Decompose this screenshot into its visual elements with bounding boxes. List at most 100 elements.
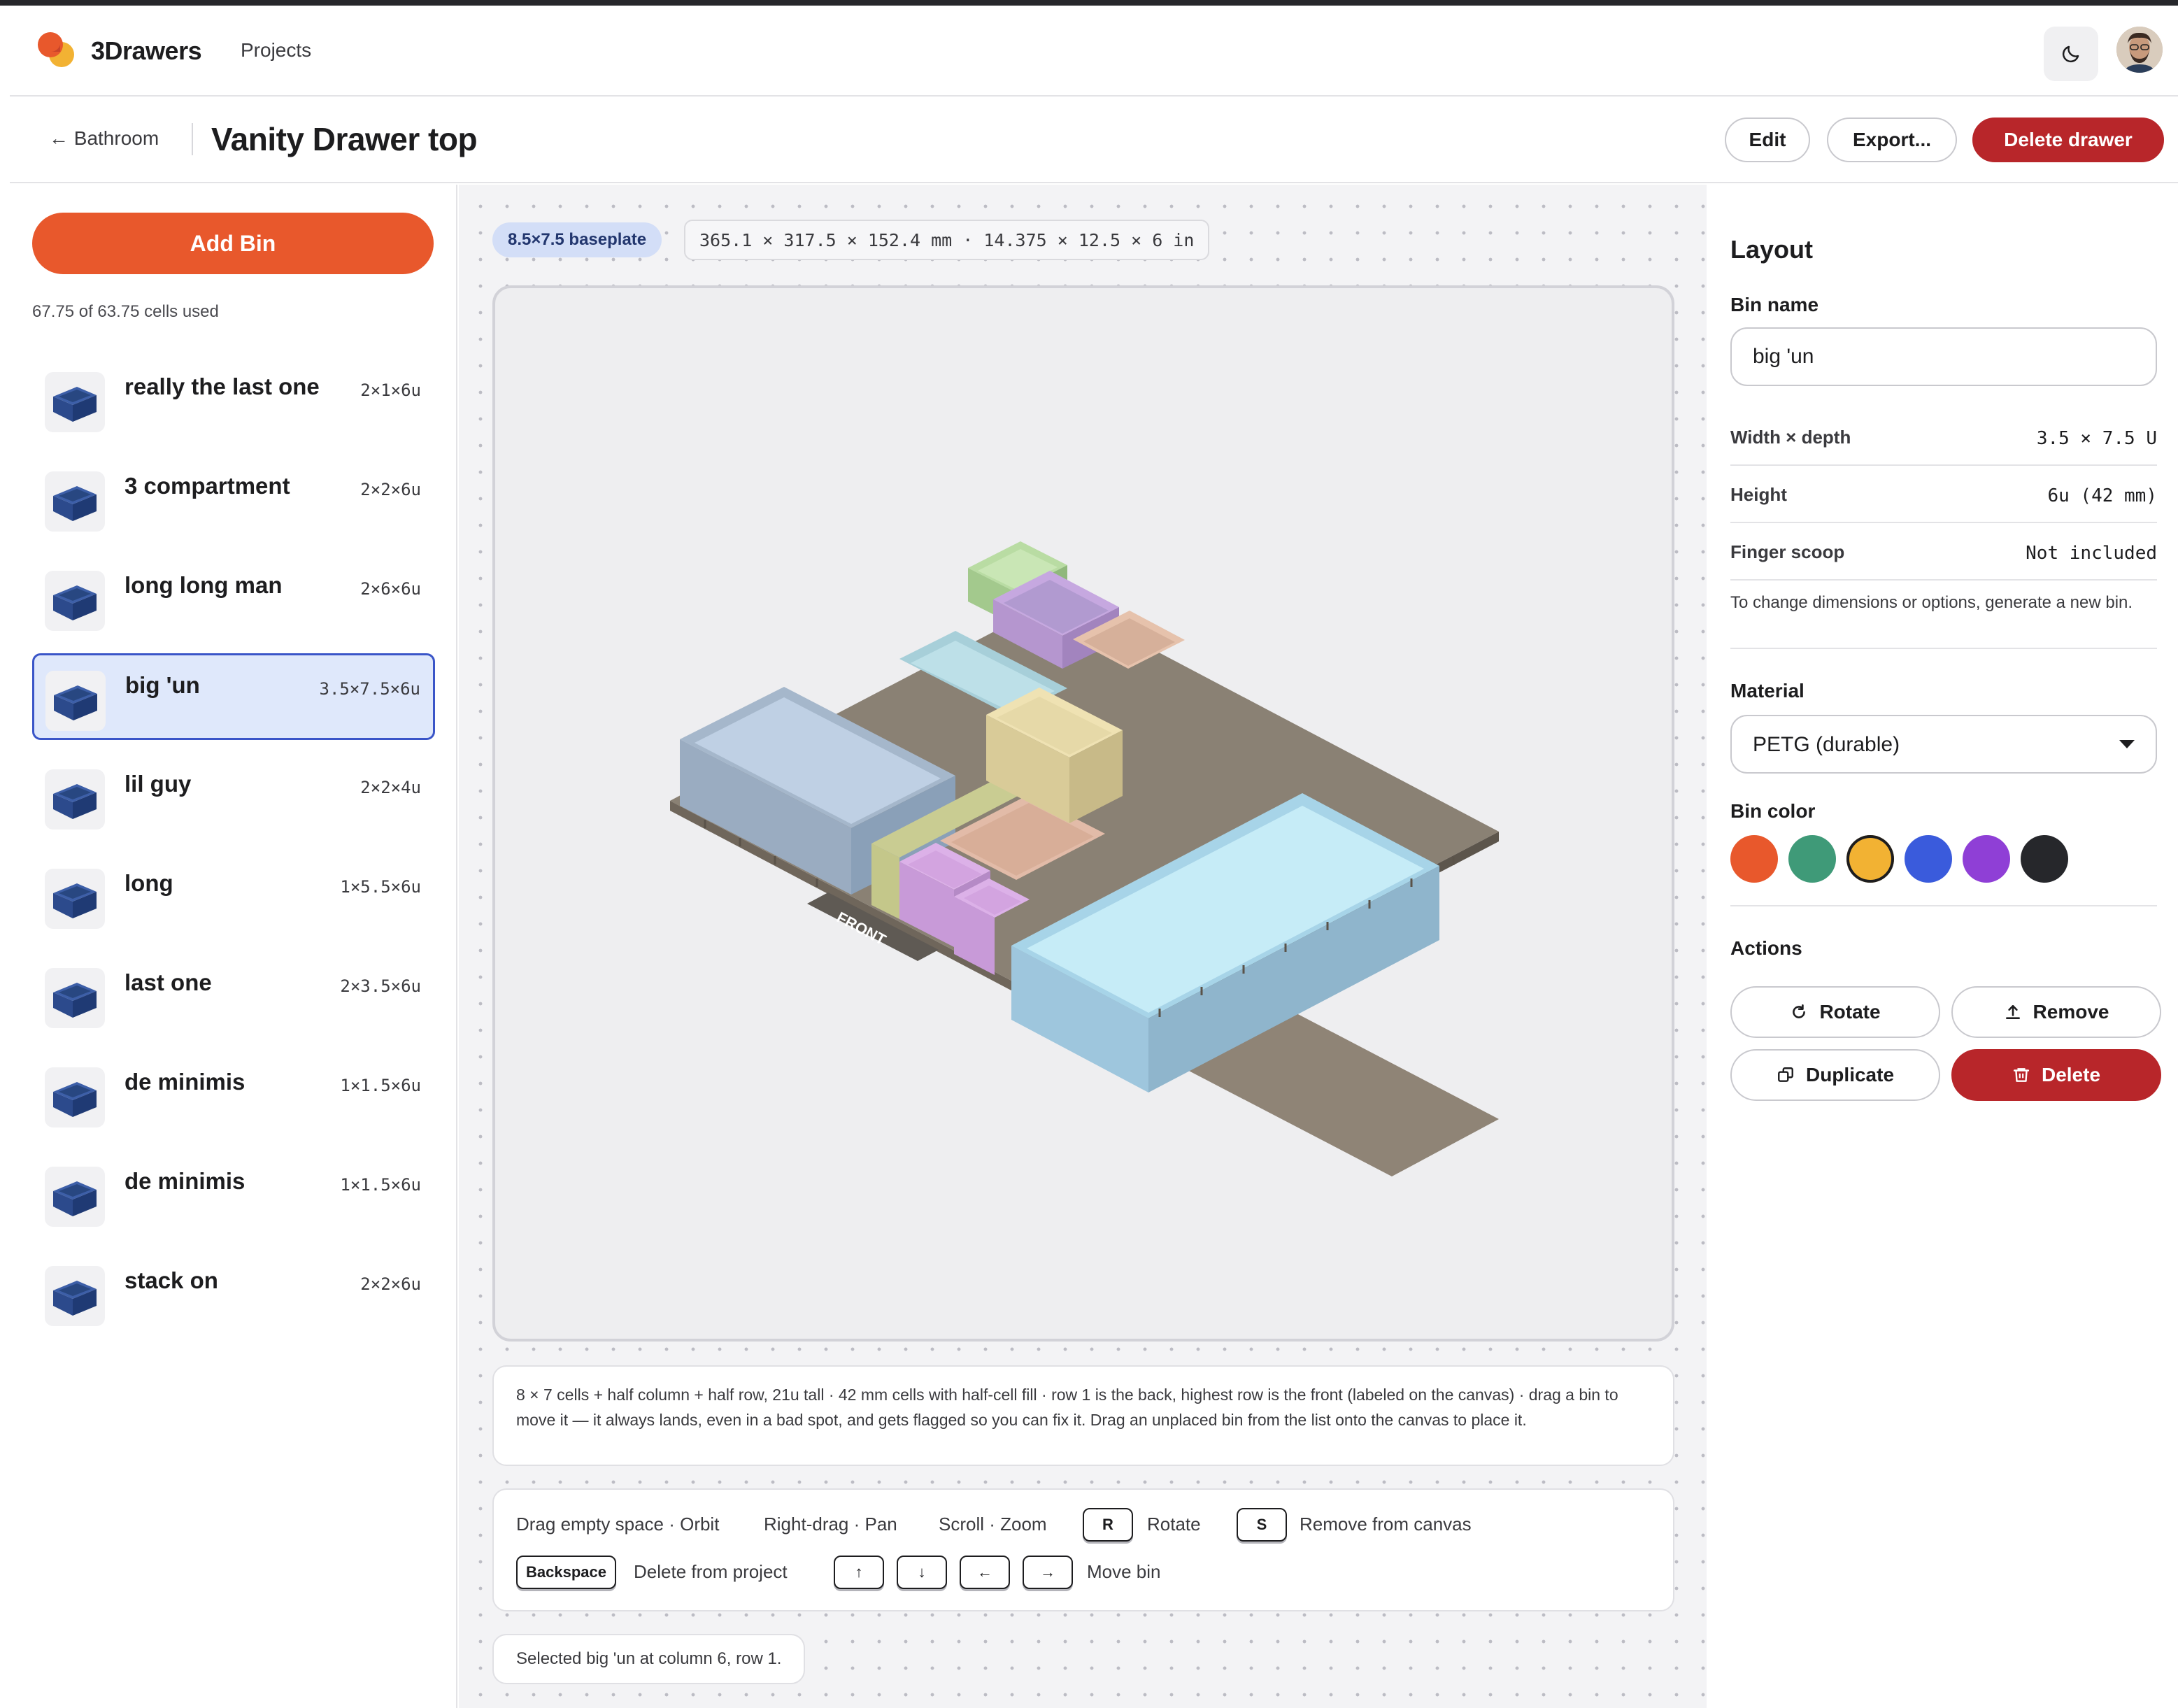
color-swatch[interactable] — [1963, 835, 2010, 883]
bin-thumbnail — [45, 1266, 105, 1326]
bin-thumbnail — [45, 571, 105, 631]
app-name[interactable]: 3Drawers — [91, 36, 202, 66]
duplicate-button-label: Duplicate — [1805, 1064, 1895, 1086]
bin-list-item[interactable]: big 'un 3.5×7.5×6u — [32, 653, 435, 740]
chevron-down-icon — [2119, 740, 2135, 748]
remove-button[interactable]: Remove — [1951, 986, 2161, 1038]
finger-scoop-label: Finger scoop — [1730, 541, 1845, 562]
material-label: Material — [1730, 680, 1805, 702]
shortcut-pan: Right-drag · Pan — [764, 1514, 897, 1535]
finger-scoop-row: Finger scoop Not included — [1730, 525, 2157, 581]
bin-name: 3 compartment — [124, 473, 290, 499]
bin-name: long — [124, 870, 173, 896]
bin-thumbnail-icon — [53, 1082, 97, 1117]
bin-name: de minimis — [124, 1168, 245, 1194]
bin-list-item[interactable]: de minimis 1×1.5×6u — [32, 1051, 435, 1137]
trash-icon — [2013, 1068, 2030, 1082]
bin-size: 1×1.5×6u — [340, 1076, 421, 1095]
bin-thumbnail-icon — [53, 1181, 97, 1216]
height-value: 6u (42 mm) — [2047, 485, 2157, 506]
bin-name: last one — [124, 969, 212, 995]
bin-thumbnail-icon — [53, 1281, 97, 1316]
width-depth-value: 3.5 × 7.5 U — [2036, 428, 2157, 449]
bin-name: long long man — [124, 572, 283, 598]
bin-name: de minimis — [124, 1069, 245, 1095]
bin-list-item[interactable]: last one 2×3.5×6u — [32, 951, 435, 1038]
bin-thumbnail — [45, 471, 105, 532]
bin-sidebar: Add Bin 67.75 of 63.75 cells used really… — [10, 185, 457, 1708]
user-avatar[interactable] — [2116, 27, 2163, 73]
bin-list-item[interactable]: really the last one 2×1×6u — [32, 355, 435, 442]
canvas-help-text: 8 × 7 cells + half column + half row, 21… — [492, 1365, 1674, 1466]
layout-panel: Layout Bin name Width × depth 3.5 × 7.5 … — [1708, 185, 2178, 1708]
bin-name-input[interactable] — [1730, 327, 2157, 386]
bin-list-item[interactable]: long long man 2×6×6u — [32, 554, 435, 641]
bin-thumbnail-icon — [53, 983, 97, 1018]
drawer-dimensions: 365.1 × 317.5 × 152.4 mm · 14.375 × 12.5… — [684, 220, 1210, 260]
baseplate-badge: 8.5×7.5 baseplate — [492, 222, 662, 257]
bin-size: 1×1.5×6u — [340, 1175, 421, 1195]
back-to-bathroom-link[interactable]: ← Bathroom — [49, 127, 159, 150]
keyboard-shortcuts: Drag empty space · Orbit Right-drag · Pa… — [492, 1488, 1674, 1611]
3d-viewport[interactable]: FRONT — [492, 285, 1674, 1342]
delete-drawer-button[interactable]: Delete drawer — [1972, 118, 2164, 162]
bin-thumbnail — [45, 869, 105, 929]
window-top-strip — [0, 0, 2178, 6]
bin-size: 2×2×6u — [360, 1274, 421, 1294]
bin-list-item[interactable]: 3 compartment 2×2×6u — [32, 455, 435, 541]
panel-title: Layout — [1730, 235, 1814, 264]
color-swatch[interactable] — [1905, 835, 1952, 883]
add-bin-button[interactable]: Add Bin — [32, 213, 434, 274]
color-swatch[interactable] — [1730, 835, 1778, 883]
bin-list-item[interactable]: de minimis 1×1.5×6u — [32, 1150, 435, 1237]
bin-thumbnail — [45, 671, 106, 731]
color-swatch[interactable] — [2021, 835, 2068, 883]
bin-thumbnail-icon — [54, 685, 97, 720]
key-s: S — [1237, 1508, 1287, 1542]
height-label: Height — [1730, 484, 1787, 505]
duplicate-icon — [1778, 1067, 1793, 1082]
bin-size: 3.5×7.5×6u — [319, 679, 421, 699]
finger-scoop-value: Not included — [2026, 543, 2157, 564]
duplicate-button[interactable]: Duplicate — [1730, 1049, 1940, 1101]
selection-status: Selected big 'un at column 6, row 1. — [492, 1634, 806, 1684]
page-title: Vanity Drawer top — [211, 121, 478, 157]
delete-bin-button[interactable]: Delete — [1951, 1049, 2161, 1101]
nav-projects-link[interactable]: Projects — [241, 39, 311, 62]
shortcut-zoom: Scroll · Zoom — [939, 1514, 1047, 1535]
rotate-button-label: Rotate — [1819, 1001, 1881, 1023]
upload-icon — [2005, 1005, 2020, 1019]
bin-color-label: Bin color — [1730, 800, 1816, 822]
bin-list-item[interactable]: lil guy 2×2×4u — [32, 753, 435, 839]
rotate-button[interactable]: Rotate — [1730, 986, 1940, 1038]
bin-size: 2×2×4u — [360, 778, 421, 797]
bin-size: 2×2×6u — [360, 480, 421, 499]
bin-thumbnail-icon — [53, 784, 97, 819]
app-logo-icon — [38, 32, 74, 67]
shortcut-remove-label: Remove from canvas — [1300, 1514, 1472, 1535]
drawer-3d-scene[interactable]: FRONT — [495, 288, 1672, 1339]
width-depth-row: Width × depth 3.5 × 7.5 U — [1730, 410, 2157, 466]
color-swatch[interactable] — [1788, 835, 1836, 883]
bin-list: really the last one 2×1×6u 3 compartment 2×… — [32, 355, 435, 1348]
bin-thumbnail-icon — [53, 387, 97, 422]
bin-thumbnail-icon — [53, 883, 97, 918]
bin-thumbnail — [45, 968, 105, 1028]
color-swatch[interactable] — [1846, 835, 1894, 883]
bin-list-item[interactable]: long 1×5.5×6u — [32, 852, 435, 939]
bin-name: stack on — [124, 1267, 218, 1293]
key-r: R — [1083, 1508, 1133, 1542]
bin-list-item[interactable]: stack on 2×2×6u — [32, 1249, 435, 1336]
theme-toggle-button[interactable] — [2044, 27, 2098, 81]
avatar-image-icon — [2116, 27, 2163, 73]
app-header: 3Drawers Projects — [10, 6, 2178, 97]
canvas-area: 8.5×7.5 baseplate 365.1 × 317.5 × 152.4 … — [459, 185, 1707, 1708]
bin-thumbnail-icon — [53, 585, 97, 620]
bin-thumbnail-icon — [53, 486, 97, 521]
dimensions-note: To change dimensions or options, generat… — [1730, 593, 2133, 612]
export-button[interactable]: Export... — [1827, 118, 1957, 162]
edit-button[interactable]: Edit — [1725, 118, 1810, 162]
actions-label: Actions — [1730, 937, 1802, 959]
material-select[interactable]: PETG (durable) — [1730, 715, 2157, 774]
bin-name: lil guy — [124, 771, 192, 797]
